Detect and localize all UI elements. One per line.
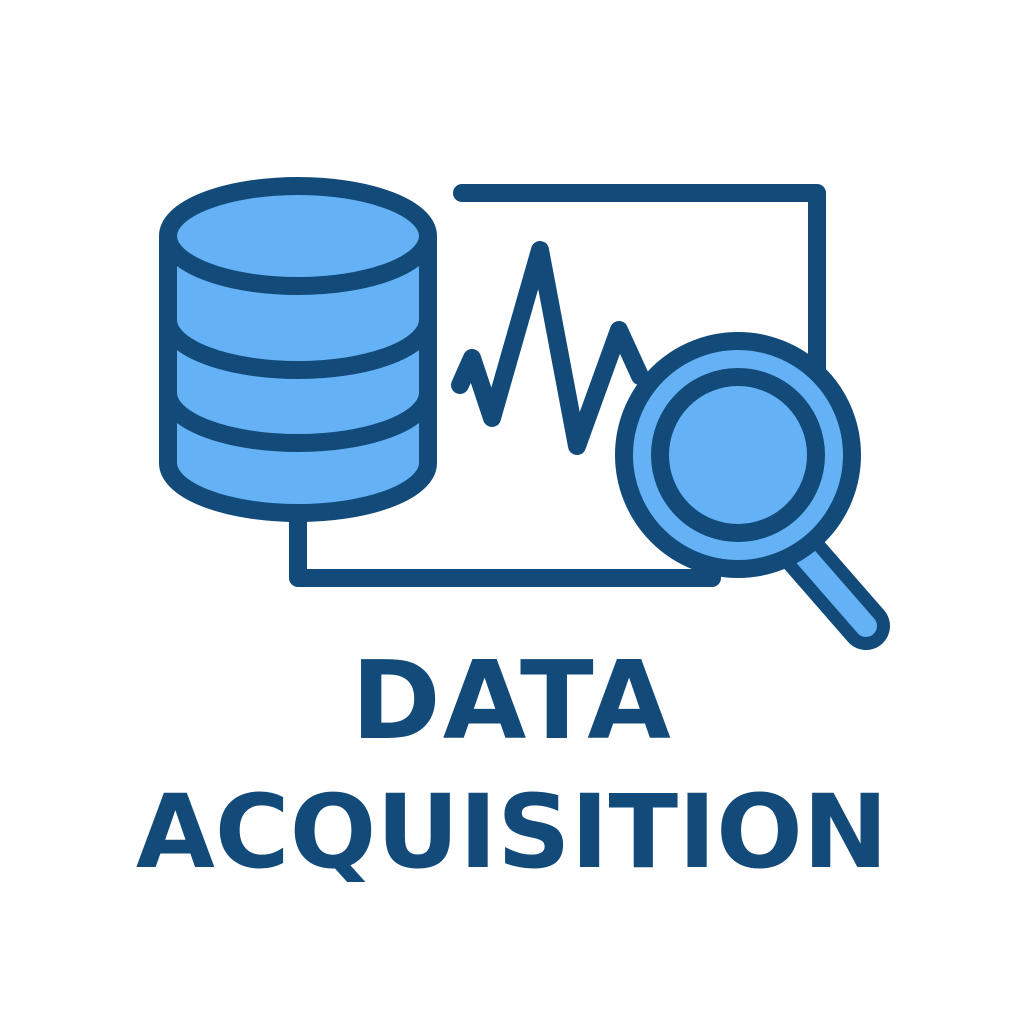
magnifier-lens <box>651 368 825 542</box>
illustration-canvas: DATA ACQUISITION <box>0 0 1024 1024</box>
database-top <box>159 177 437 295</box>
title-line-1: DATA <box>351 639 673 764</box>
title-line-2: ACQUISITION <box>135 773 889 892</box>
database-icon <box>159 177 437 522</box>
